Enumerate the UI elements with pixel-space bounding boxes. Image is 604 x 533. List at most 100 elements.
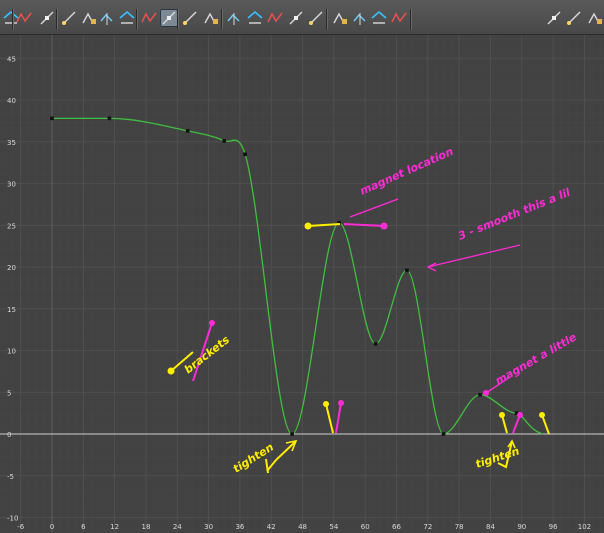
keyframe-point[interactable] <box>478 392 482 397</box>
frame-tick-label: 90 <box>517 523 526 531</box>
frame-tick-label: 66 <box>392 523 401 531</box>
curve-editor-icon <box>565 9 583 27</box>
toolbar-separator <box>12 9 14 29</box>
swap-buffer-tool[interactable] <box>330 9 348 27</box>
toolbar-separator <box>326 9 328 29</box>
keyframe-point[interactable] <box>243 152 247 157</box>
lock-weight-icon <box>545 9 563 27</box>
break-tangents-icon <box>370 9 388 27</box>
annotation-tighten-left: tighten <box>231 440 276 475</box>
frame-tick-label: 24 <box>173 523 182 531</box>
dope-sheet-tool[interactable] <box>585 9 603 27</box>
toolbar-separator <box>177 9 179 29</box>
animation-curve[interactable] <box>51 117 543 435</box>
frame-all-icon <box>118 9 136 27</box>
dope-sheet-icon <box>585 9 603 27</box>
value-tick-label: 30 <box>7 181 16 189</box>
linear-tangent-tool[interactable] <box>225 9 243 27</box>
frame-selection-tool[interactable] <box>140 9 158 27</box>
auto-tangent-icon <box>160 9 178 27</box>
frame-selection-icon <box>140 9 158 27</box>
frame-tick-label: 102 <box>578 523 591 531</box>
frame-tick-label: 48 <box>298 523 307 531</box>
frame-tick-label: 42 <box>267 523 276 531</box>
flat-tangent-tool[interactable] <box>246 9 264 27</box>
lock-tangent-weight-tool[interactable] <box>545 9 563 27</box>
free-tangent-weight-tool[interactable] <box>390 9 408 27</box>
lattice-icon <box>15 9 33 27</box>
break-tangent-tool[interactable] <box>79 9 97 27</box>
swap-buffer-icon <box>330 9 348 27</box>
frame-tick-label: -6 <box>17 523 25 531</box>
graph-view[interactable]: -6 0 6 12 18 24 30 36 42 48 54 60 66 72 78 84 90 96 102 45… <box>0 35 604 533</box>
frame-tick-label: 60 <box>361 523 370 531</box>
keyframe-point[interactable] <box>50 116 54 121</box>
curve-editor-tool[interactable] <box>565 9 583 27</box>
frame-tick-label: 30 <box>204 523 213 531</box>
frame-tick-label: 0 <box>50 523 54 531</box>
frame-tick-label: 84 <box>486 523 495 531</box>
flat-tangent-icon <box>246 9 264 27</box>
toolbar-separator <box>221 9 223 29</box>
keyframe-point[interactable] <box>222 139 227 143</box>
toolbar-separator <box>410 9 412 29</box>
clamped-tangent-tool[interactable] <box>201 9 219 27</box>
unify-tangents-tool[interactable] <box>351 9 369 27</box>
value-tick-label: 15 <box>7 306 16 314</box>
frame-tick-label: 12 <box>110 523 119 531</box>
frame-tick-label: 72 <box>423 523 432 531</box>
value-tick-label: 35 <box>7 139 16 147</box>
keyframes <box>50 116 519 436</box>
plateau-tangent-icon <box>287 9 305 27</box>
break-tangents-tool[interactable] <box>370 9 388 27</box>
annotations: brackets magnet location 3 - smooth this… <box>167 145 579 476</box>
frame-tick-label: 96 <box>549 523 558 531</box>
frame-tick-label: 78 <box>455 523 464 531</box>
toolbar-separator <box>136 9 138 29</box>
graph-editor-toolbar <box>0 0 604 35</box>
move-key-icon <box>38 9 56 27</box>
buffer-curve-icon <box>307 9 325 27</box>
step-tangent-icon <box>266 9 284 27</box>
value-tick-label: 45 <box>7 55 16 63</box>
frame-all-tool[interactable] <box>118 9 136 27</box>
annotation-smooth-note: 3 - smooth this a lil <box>456 186 572 243</box>
frame-tick-label: 36 <box>235 523 244 531</box>
frame-tick-label: 54 <box>329 523 338 531</box>
value-tick-label: -10 <box>7 515 18 523</box>
move-key-tool[interactable] <box>38 9 56 27</box>
spline-tangent-icon <box>181 9 199 27</box>
buffer-curve-tool[interactable] <box>307 9 325 27</box>
lock-tangent-tool[interactable] <box>98 9 116 27</box>
lattice-deform-tool[interactable] <box>15 9 33 27</box>
tangent-tool[interactable] <box>60 9 78 27</box>
value-tick-label: 40 <box>7 97 16 105</box>
keyframe-point[interactable] <box>405 268 409 273</box>
linear-tangent-icon <box>225 9 243 27</box>
curve-graph[interactable]: -6 0 6 12 18 24 30 36 42 48 54 60 66 72 78 84 90 96 102 45… <box>0 35 604 533</box>
keyframe-point[interactable] <box>185 129 190 133</box>
frame-tick-label: 18 <box>141 523 150 531</box>
tangent-icon <box>60 9 78 27</box>
value-tick-label: -5 <box>7 473 14 481</box>
lock-tangent-icon <box>98 9 116 27</box>
keyframe-point[interactable] <box>441 432 446 436</box>
free-weight-icon <box>390 9 408 27</box>
value-tick-label: 20 <box>7 264 16 272</box>
step-tangent-tool[interactable] <box>266 9 284 27</box>
keyframe-point[interactable] <box>290 432 294 436</box>
plateau-tangent-tool[interactable] <box>287 9 305 27</box>
keyframe-point[interactable] <box>373 342 378 346</box>
unify-tangents-icon <box>351 9 369 27</box>
break-tangent-icon <box>79 9 97 27</box>
value-tick-label: 0 <box>7 431 11 439</box>
frame-tick-label: 6 <box>81 523 86 531</box>
value-tick-label: 10 <box>7 348 16 356</box>
keyframe-point[interactable] <box>107 116 112 121</box>
spline-tangent-tool[interactable] <box>181 9 199 27</box>
toolbar-separator <box>56 9 58 29</box>
clamped-tangent-icon <box>201 9 219 27</box>
annotation-magnet-location: magnet location <box>358 145 456 198</box>
auto-tangent-tool[interactable] <box>160 9 178 27</box>
value-tick-label: 25 <box>7 222 16 230</box>
